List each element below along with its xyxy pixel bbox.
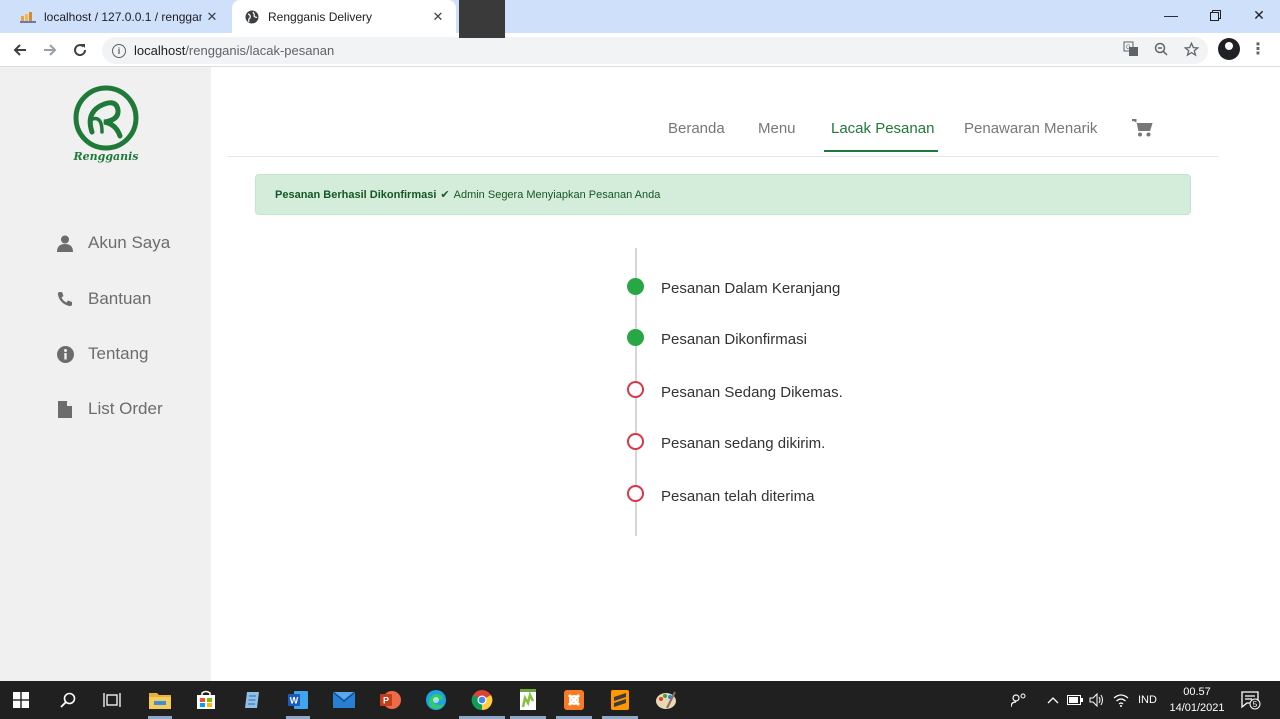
edge-browser-icon[interactable] bbox=[423, 687, 449, 713]
success-alert: Pesanan Berhasil Dikonfirmasi ✔ Admin Se… bbox=[255, 174, 1191, 215]
chrome-icon[interactable] bbox=[469, 687, 495, 713]
notepad-app-icon[interactable] bbox=[239, 687, 265, 713]
sidebar-item-label: Akun Saya bbox=[88, 233, 171, 252]
clock-date: 14/01/2021 bbox=[1169, 702, 1225, 714]
zoom-icon[interactable] bbox=[1150, 38, 1172, 60]
sidebar-item-label: Bantuan bbox=[88, 289, 152, 308]
url-path: /rengganis/lacak-pesanan bbox=[185, 43, 335, 58]
phpmyadmin-icon bbox=[20, 9, 36, 25]
powerpoint-icon[interactable]: P bbox=[377, 687, 403, 713]
notepad-plus-plus-icon[interactable] bbox=[515, 687, 541, 713]
input-language[interactable]: IND bbox=[1138, 694, 1157, 706]
volume-icon[interactable] bbox=[1084, 687, 1110, 713]
main-content bbox=[211, 67, 1280, 681]
sidebar-item-list-order[interactable]: List Order bbox=[56, 397, 163, 421]
tab-bar: localhost / 127.0.0.1 / rengganis ✕ Reng… bbox=[0, 0, 1280, 33]
windows-start-icon[interactable] bbox=[8, 687, 34, 713]
sidebar-item-label: Tentang bbox=[88, 344, 149, 363]
profile-avatar-icon[interactable] bbox=[1218, 38, 1240, 60]
clock-time: 00.57 bbox=[1183, 686, 1211, 698]
timeline-dot-done bbox=[627, 329, 644, 346]
site-info-icon[interactable]: i bbox=[112, 43, 126, 58]
sidebar-item-akun-saya[interactable]: Akun Saya bbox=[56, 231, 170, 255]
tab-rengganis[interactable]: Rengganis Delivery ✕ bbox=[232, 0, 456, 33]
paint-app-icon[interactable] bbox=[653, 687, 679, 713]
mail-icon[interactable] bbox=[331, 687, 357, 713]
rengganis-logo[interactable]: Rengganis bbox=[72, 84, 140, 166]
notification-center-icon[interactable]: 5 bbox=[1238, 687, 1264, 713]
svg-text:P: P bbox=[383, 696, 389, 706]
timeline-dot-pending bbox=[627, 485, 644, 502]
minimize-icon[interactable]: — bbox=[1148, 0, 1194, 30]
phone-icon bbox=[56, 290, 74, 308]
translate-icon[interactable]: G bbox=[1120, 38, 1142, 60]
nav-menu[interactable]: Menu bbox=[758, 120, 796, 140]
timeline-step-label: Pesanan Dalam Keranjang bbox=[661, 280, 841, 297]
tab-title: localhost / 127.0.0.1 / rengganis bbox=[44, 9, 202, 24]
taskbar-active-app-bg bbox=[459, 0, 505, 38]
timeline-dot-done bbox=[627, 278, 644, 295]
back-icon[interactable] bbox=[7, 37, 33, 63]
timeline-step-label: Pesanan Sedang Dikemas. bbox=[661, 384, 843, 401]
close-icon[interactable]: ✕ bbox=[428, 7, 448, 27]
taskbar-clock[interactable]: 00.57 14/01/2021 bbox=[1166, 684, 1228, 716]
forward-icon[interactable] bbox=[37, 37, 63, 63]
file-explorer-icon[interactable] bbox=[147, 687, 173, 713]
timeline-dot-pending bbox=[627, 433, 644, 450]
url-host: localhost bbox=[134, 43, 186, 58]
svg-text:W: W bbox=[290, 696, 299, 706]
close-icon[interactable]: ✕ bbox=[202, 7, 222, 27]
svg-text:G: G bbox=[1126, 45, 1131, 51]
microsoft-store-icon[interactable] bbox=[193, 687, 219, 713]
task-view-icon[interactable] bbox=[99, 687, 125, 713]
bookmark-star-icon[interactable] bbox=[1180, 38, 1202, 60]
word-icon[interactable]: W bbox=[285, 687, 311, 713]
active-nav-indicator bbox=[824, 150, 938, 152]
address-bar: i localhost/rengganis/lacak-pesanan G bbox=[0, 33, 1280, 67]
search-icon[interactable] bbox=[55, 687, 81, 713]
info-icon bbox=[56, 345, 74, 363]
url-field[interactable]: i localhost/rengganis/lacak-pesanan bbox=[102, 37, 1208, 64]
browser-menu-icon[interactable]: ⋮ bbox=[1250, 38, 1266, 60]
sidebar-item-tentang[interactable]: Tentang bbox=[56, 342, 149, 366]
timeline-dot-pending bbox=[627, 381, 644, 398]
timeline-step-label: Pesanan Dikonfirmasi bbox=[661, 331, 807, 348]
check-icon: ✔ bbox=[440, 189, 450, 201]
tab-phpmyadmin[interactable]: localhost / 127.0.0.1 / rengganis ✕ bbox=[8, 0, 230, 33]
logo-text: Rengganis bbox=[72, 150, 138, 163]
tab-title: Rengganis Delivery bbox=[268, 9, 373, 24]
notification-count: 5 bbox=[1253, 700, 1258, 709]
timeline-step-label: Pesanan telah diterima bbox=[661, 488, 815, 505]
sublime-text-icon[interactable] bbox=[607, 687, 633, 713]
user-icon bbox=[56, 234, 74, 252]
wifi-icon[interactable] bbox=[1108, 687, 1134, 713]
nav-lacak-pesanan[interactable]: Lacak Pesanan bbox=[831, 120, 934, 140]
restore-icon[interactable] bbox=[1192, 0, 1238, 30]
nav-penawaran-menarik[interactable]: Penawaran Menarik bbox=[964, 120, 1097, 140]
timeline-step-label: Pesanan sedang dikirim. bbox=[661, 435, 826, 452]
globe-icon bbox=[244, 9, 260, 25]
alert-title: Pesanan Berhasil Dikonfirmasi bbox=[275, 188, 437, 201]
nav-divider bbox=[228, 156, 1218, 157]
sidebar-item-label: List Order bbox=[88, 399, 163, 418]
alert-message: Admin Segera Menyiapkan Pesanan Anda bbox=[453, 188, 661, 201]
people-icon[interactable] bbox=[1006, 687, 1032, 713]
nav-beranda[interactable]: Beranda bbox=[668, 120, 725, 140]
file-icon bbox=[56, 400, 74, 418]
shopping-cart-icon[interactable] bbox=[1132, 119, 1154, 137]
close-window-icon[interactable]: ✕ bbox=[1236, 0, 1280, 30]
xampp-icon[interactable] bbox=[561, 687, 587, 713]
sidebar-item-bantuan[interactable]: Bantuan bbox=[56, 287, 151, 311]
reload-icon[interactable] bbox=[67, 37, 93, 63]
